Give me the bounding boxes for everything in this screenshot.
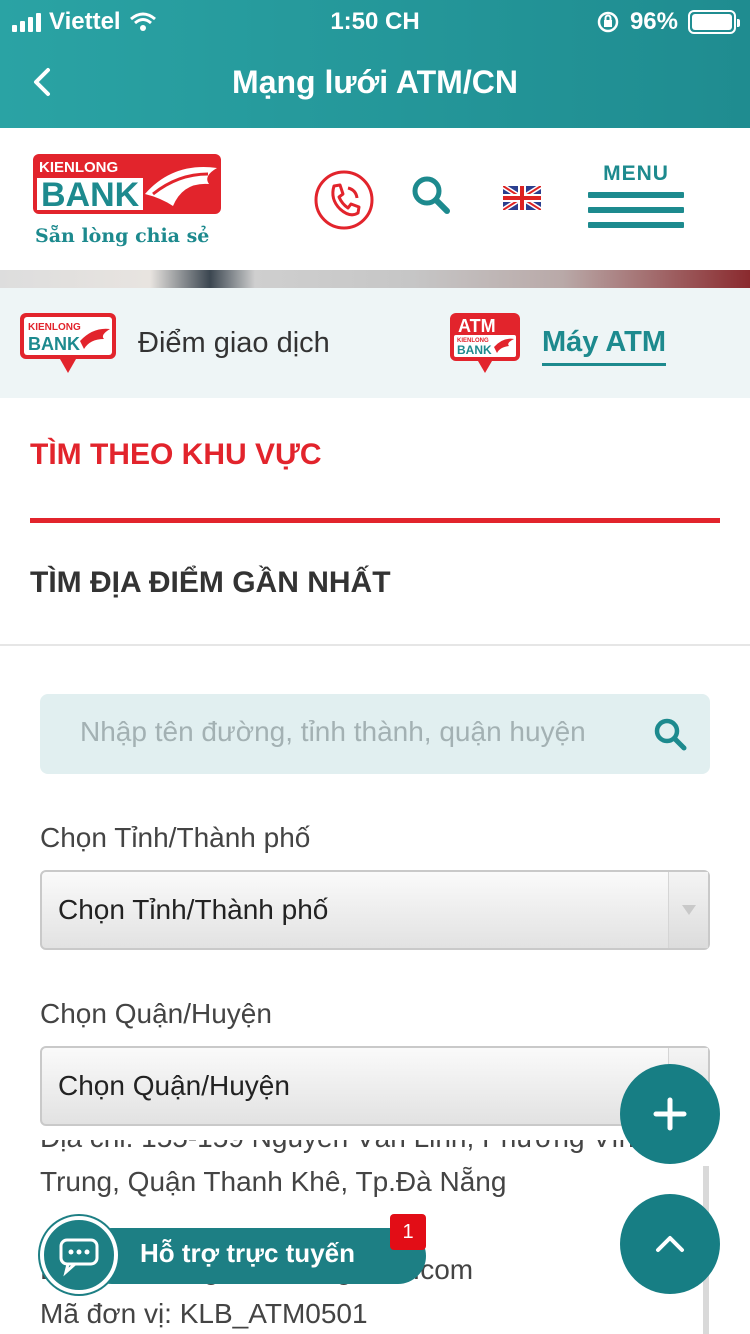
battery-percent: 96% bbox=[629, 8, 678, 35]
tab-branches[interactable]: KIENLONG BANK Điểm giao dịch bbox=[18, 288, 330, 398]
search-icon[interactable] bbox=[410, 174, 452, 216]
rotation-lock-icon bbox=[597, 11, 619, 33]
chat-bubble-icon bbox=[59, 1238, 99, 1277]
district-select-value: Chọn Quận/Huyện bbox=[58, 1070, 290, 1101]
result-address-line2: Trung, Quận Thanh Khê, Tp.Đà Nẵng bbox=[40, 1166, 507, 1197]
hamburger-icon bbox=[588, 192, 684, 198]
tab-atm[interactable]: ATM KIENLONG BANK Máy ATM bbox=[448, 288, 667, 398]
banner-strip bbox=[0, 270, 750, 288]
online-support-button[interactable]: Hỗ trợ trực tuyến 1 bbox=[40, 1214, 430, 1294]
district-select[interactable]: Chọn Quận/Huyện bbox=[40, 1046, 710, 1126]
result-address-line1: Địa chỉ: 155-159 Nguyễn Văn Linh, Phường… bbox=[40, 1140, 705, 1160]
app-top-bar: Viettel 1:50 CH 96% Mạng lưới ATM/CN bbox=[0, 0, 750, 128]
logo-slogan: Sẵn lòng chia sẻ bbox=[35, 224, 209, 247]
tab-label: Máy ATM bbox=[542, 326, 667, 366]
plus-icon bbox=[653, 1097, 687, 1131]
menu-label: MENU bbox=[603, 162, 669, 185]
chevron-up-icon bbox=[656, 1236, 684, 1252]
tab-search-by-region[interactable]: TÌM THEO KHU VỰC bbox=[30, 438, 322, 472]
search-input[interactable]: Nhập tên đường, tỉnh thành, quận huyện bbox=[80, 716, 630, 748]
province-label: Chọn Tỉnh/Thành phố bbox=[40, 822, 311, 853]
logo-main-text: BANK bbox=[41, 176, 140, 214]
uk-flag-icon[interactable] bbox=[503, 186, 541, 210]
atm-icon-top: ATM bbox=[458, 316, 496, 336]
result-unit-code: Mã đơn vị: KLB_ATM0501 bbox=[40, 1298, 368, 1329]
chat-icon bbox=[40, 1216, 118, 1294]
battery-icon bbox=[688, 10, 740, 34]
divider bbox=[0, 644, 750, 646]
site-header: KIENLONG BANK Sẵn lòng chia sẻ MENU bbox=[0, 128, 750, 270]
atm-pin-icon: ATM KIENLONG BANK bbox=[450, 313, 520, 373]
notification-badge: 1 bbox=[390, 1214, 426, 1250]
tab-search-nearest[interactable]: TÌM ĐỊA ĐIỂM GẦN NHẤT bbox=[30, 566, 391, 600]
atm-icon-text: BANK bbox=[457, 343, 492, 357]
location-tabs: KIENLONG BANK Điểm giao dịch ATM KIENLON… bbox=[0, 288, 750, 398]
phone-icon[interactable] bbox=[312, 168, 376, 232]
search-icon[interactable] bbox=[652, 716, 688, 752]
province-select[interactable]: Chọn Tỉnh/Thành phố bbox=[40, 870, 710, 950]
nav-bar: Mạng lưới ATM/CN bbox=[0, 42, 750, 128]
logo-top-text: KIENLONG bbox=[39, 159, 118, 176]
tab-label: Điểm giao dịch bbox=[138, 326, 330, 359]
status-bar: Viettel 1:50 CH 96% bbox=[0, 0, 750, 42]
status-right: 96% bbox=[596, 8, 740, 36]
menu-button[interactable]: MENU bbox=[588, 162, 684, 232]
scroll-to-top-button[interactable] bbox=[620, 1194, 720, 1294]
expand-button[interactable] bbox=[620, 1064, 720, 1164]
branch-pin-icon: KIENLONG BANK bbox=[20, 313, 116, 373]
active-section-underline bbox=[30, 518, 720, 523]
province-select-value: Chọn Tỉnh/Thành phố bbox=[58, 894, 329, 925]
district-label: Chọn Quận/Huyện bbox=[40, 998, 272, 1029]
tab-icon-text: BANK bbox=[28, 334, 80, 354]
hamburger-line bbox=[588, 222, 684, 228]
support-label: Hỗ trợ trực tuyến bbox=[140, 1238, 355, 1268]
page-title: Mạng lưới ATM/CN bbox=[232, 64, 518, 100]
kienlongbank-logo[interactable]: KIENLONG BANK Sẵn lòng chia sẻ bbox=[33, 154, 223, 250]
search-field[interactable]: Nhập tên đường, tỉnh thành, quận huyện bbox=[40, 694, 710, 774]
hamburger-line bbox=[588, 207, 684, 213]
chevron-down-icon bbox=[668, 872, 708, 948]
tab-icon-top: KIENLONG bbox=[28, 322, 81, 333]
